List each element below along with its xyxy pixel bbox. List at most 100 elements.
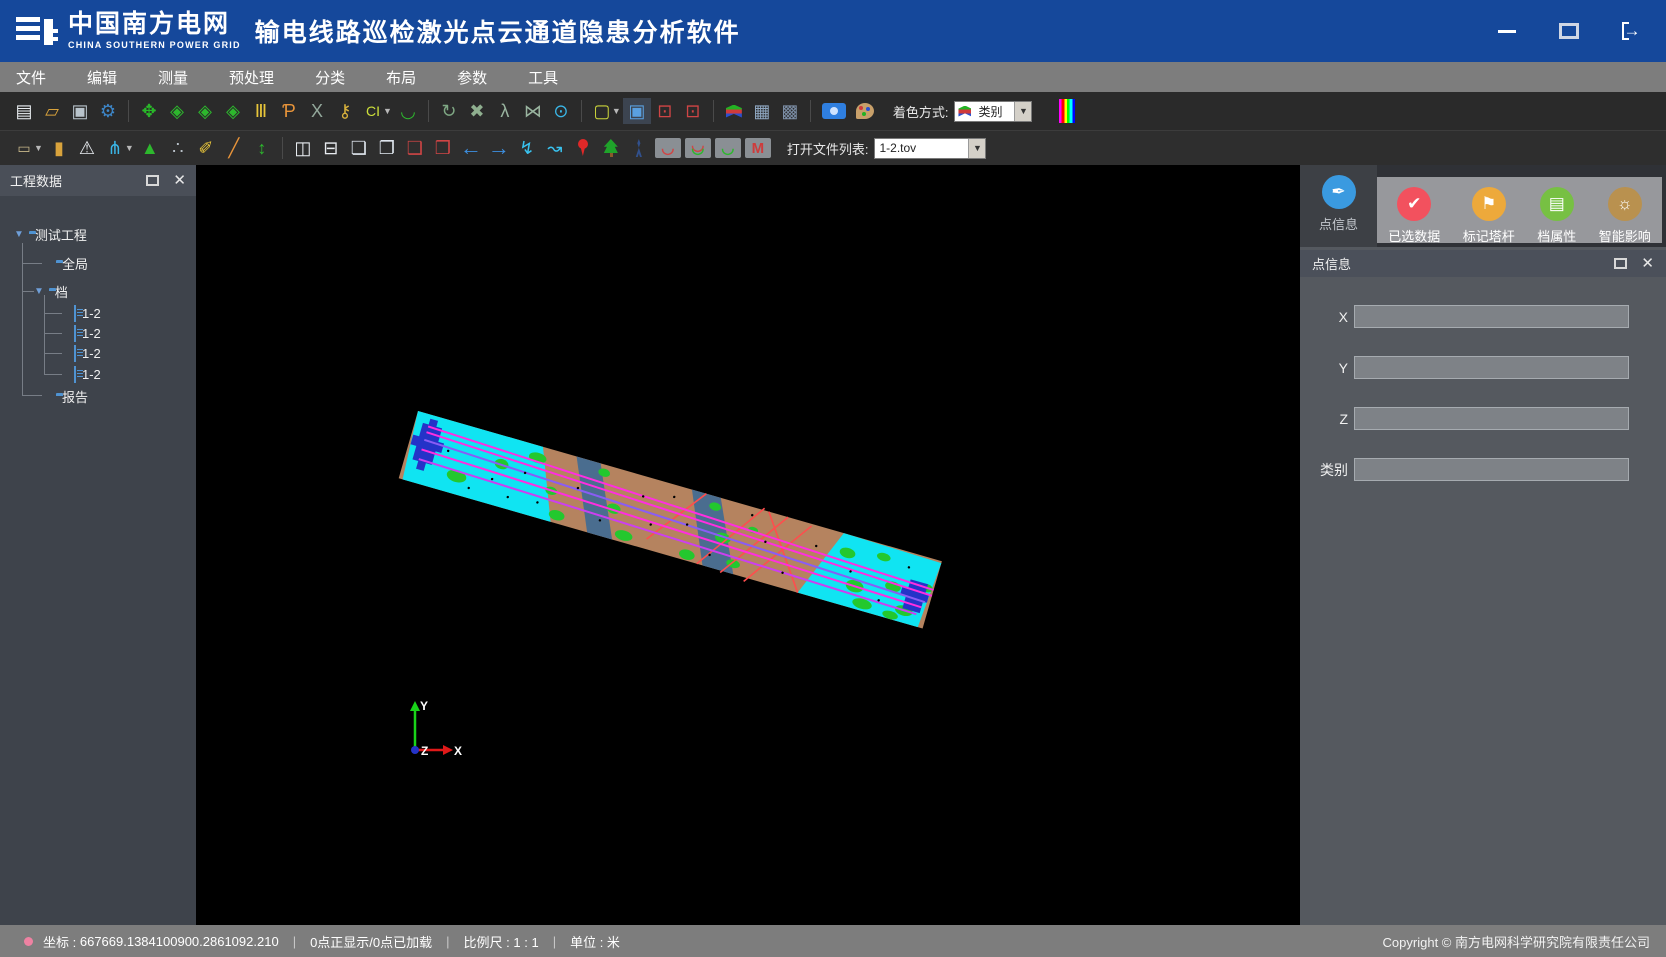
measure-x-icon[interactable]: X — [303, 98, 331, 124]
menu-tools[interactable]: 工具 — [528, 67, 558, 88]
window-marker-1-icon[interactable]: ❑ — [401, 135, 429, 161]
file-list-select[interactable]: 1-2.tov ▼ — [874, 138, 986, 159]
sag-curve-green-icon[interactable]: ◡ — [715, 138, 741, 158]
folder-window-icon[interactable]: ❐ — [373, 135, 401, 161]
measure-p-icon[interactable]: Ƥ — [275, 98, 303, 124]
window-marker-2-icon[interactable]: ❒ — [429, 135, 457, 161]
expander-icon[interactable]: ▼ — [34, 286, 44, 297]
tab-point-info[interactable]: ✒ 点信息 — [1300, 165, 1377, 247]
tree-item-file[interactable]: 1-2 — [74, 304, 101, 322]
tree-item-file[interactable]: 1-2 — [74, 324, 101, 342]
minimize-icon[interactable] — [1494, 18, 1520, 44]
select-dotted-2-icon[interactable]: ⊡ — [679, 98, 707, 124]
select-active-icon[interactable]: ▣ — [623, 98, 651, 124]
panel-restore-icon[interactable] — [1614, 258, 1627, 269]
menu-classify[interactable]: 分类 — [315, 67, 345, 88]
tree-item-global[interactable]: 全局 — [56, 254, 88, 272]
split-horizontal-icon[interactable]: ⊟ — [317, 135, 345, 161]
key-tool-icon[interactable]: ⚷ — [331, 98, 359, 124]
viewport-canvas[interactable]: Y X Z — [196, 165, 1300, 925]
select-rect-dropdown-icon[interactable]: ▼ — [612, 106, 621, 116]
menu-file[interactable]: 文件 — [16, 67, 46, 88]
tree-item-project-root[interactable]: ▼ 测试工程 — [14, 225, 87, 243]
new-file-icon[interactable]: ▤ — [10, 98, 38, 124]
section-bowtie-icon[interactable]: ⋈ — [519, 98, 547, 124]
next-view-icon[interactable]: → — [485, 135, 513, 161]
diagonal-ruler-icon[interactable]: ╱ — [220, 135, 248, 161]
copyright-text: Copyright © 南方电网科学研究院有限责任公司 — [1383, 932, 1650, 951]
classify-tool-1-icon[interactable]: ◈ — [163, 98, 191, 124]
tree-classify-icon[interactable] — [597, 135, 625, 161]
prev-view-icon[interactable]: ← — [457, 135, 485, 161]
ci-dropdown-icon[interactable]: ▼ — [383, 106, 392, 116]
expander-icon[interactable]: ▼ — [14, 229, 24, 240]
layer-stack-icon[interactable] — [720, 98, 748, 124]
coloring-dropdown-icon[interactable]: ▼ — [1014, 102, 1031, 121]
file-icon — [74, 305, 76, 322]
catenary-fit-icon[interactable]: ◡ — [394, 98, 422, 124]
field-input-x[interactable] — [1354, 305, 1629, 328]
visibility-eye-icon[interactable]: ⊙ — [547, 98, 575, 124]
coloring-mode-select[interactable]: 类别 ▼ — [954, 101, 1032, 122]
classify-tool-2-icon[interactable]: ◈ — [191, 98, 219, 124]
save-file-icon[interactable]: ▣ — [66, 98, 94, 124]
field-input-y[interactable] — [1354, 356, 1629, 379]
tree-item-file[interactable]: 1-2 — [74, 365, 101, 383]
tab-mark-tower[interactable]: ⚑ 标记塔杆 — [1463, 177, 1515, 245]
bars-tool-icon[interactable]: Ⅲ — [247, 98, 275, 124]
polyline-1-icon[interactable]: ↯ — [513, 135, 541, 161]
select-dotted-1-icon[interactable]: ⊡ — [651, 98, 679, 124]
node-graph-icon[interactable]: ∴ — [164, 135, 192, 161]
field-input-z[interactable] — [1354, 407, 1629, 430]
classify-tool-3-icon[interactable]: ◈ — [219, 98, 247, 124]
exit-icon[interactable]: → — [1618, 18, 1644, 44]
brush-dropdown-icon[interactable]: ▼ — [34, 143, 43, 153]
snapshot-camera-icon[interactable] — [817, 98, 851, 124]
location-pin-icon[interactable] — [569, 135, 597, 161]
rainbow-bar-icon[interactable] — [1050, 98, 1084, 124]
clean-broom-icon[interactable]: ✐ — [192, 135, 220, 161]
cascade-windows-icon[interactable]: ❏ — [345, 135, 373, 161]
polyline-2-icon[interactable]: ↝ — [541, 135, 569, 161]
panel-restore-icon[interactable] — [146, 175, 159, 186]
tab-smart-impact[interactable]: ☼ 智能影响 — [1599, 177, 1651, 245]
tree-item-span[interactable]: ▼ 档 — [34, 282, 68, 300]
split-vertical-icon[interactable]: ◫ — [289, 135, 317, 161]
maximize-icon[interactable] — [1556, 18, 1582, 44]
menu-layout[interactable]: 布局 — [386, 67, 416, 88]
open-file-icon[interactable]: ▱ — [38, 98, 66, 124]
tree-item-file[interactable]: 1-2 — [74, 344, 101, 362]
north-arrow-icon[interactable]: ▲ — [136, 135, 164, 161]
height-marker-icon[interactable]: ↕ — [248, 135, 276, 161]
menu-edit[interactable]: 编辑 — [87, 67, 117, 88]
render-palette-icon[interactable] — [851, 98, 879, 124]
rotate-view-icon[interactable]: ↻ — [435, 98, 463, 124]
field-label-y: Y — [1300, 360, 1348, 376]
file-list-dropdown-icon[interactable]: ▼ — [968, 139, 985, 158]
profile-lambda-icon[interactable]: λ — [491, 98, 519, 124]
menu-preprocess[interactable]: 预处理 — [229, 67, 274, 88]
warning-triangle-icon[interactable]: ⚠ — [73, 135, 101, 161]
marker-m-icon[interactable]: M — [745, 138, 771, 158]
menu-measure[interactable]: 测量 — [158, 67, 188, 88]
vertical-ruler-icon[interactable]: ▮ — [45, 135, 73, 161]
pan-move-icon[interactable]: ✥ — [135, 98, 163, 124]
sag-curve-red-icon[interactable]: ◡ — [655, 138, 681, 158]
grid-filter-icon[interactable]: ▩ — [776, 98, 804, 124]
tree-guide — [22, 263, 42, 264]
tab-span-attr[interactable]: ▤ 档属性 — [1537, 177, 1576, 245]
panel-close-icon[interactable]: ✕ — [1641, 256, 1654, 271]
sag-curve-mixed-icon[interactable]: ◡ — [685, 138, 711, 158]
settings-gear-icon[interactable]: ⚙ — [94, 98, 122, 124]
menu-params[interactable]: 参数 — [457, 67, 487, 88]
panel-close-icon[interactable]: ✕ — [173, 173, 186, 188]
tower-classify-icon[interactable] — [625, 135, 653, 161]
tree-item-report[interactable]: 报告 — [56, 387, 88, 405]
vector-dropdown-icon[interactable]: ▼ — [125, 143, 134, 153]
tab-label: 点信息 — [1319, 214, 1358, 233]
field-input-class[interactable] — [1354, 458, 1629, 481]
smart-impact-icon: ☼ — [1608, 187, 1642, 221]
delete-cross-icon[interactable]: ✖ — [463, 98, 491, 124]
grid-points-icon[interactable]: ▦ — [748, 98, 776, 124]
tab-selected-data[interactable]: ✔ 已选数据 — [1388, 177, 1440, 245]
